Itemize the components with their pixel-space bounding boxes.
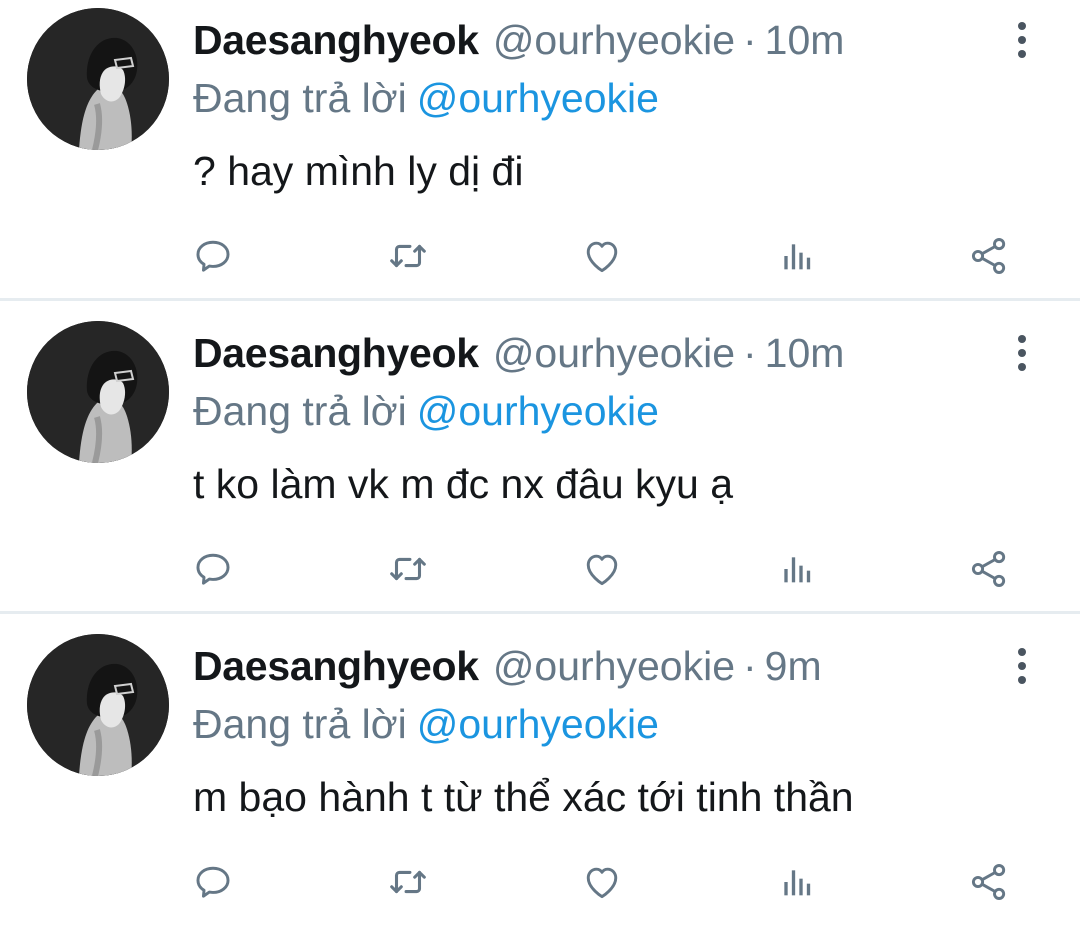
display-name[interactable]: Daesanghyeok — [193, 325, 479, 381]
more-vertical-icon[interactable] — [1004, 325, 1040, 381]
separator-dot: · — [743, 17, 757, 63]
replying-to: Đang trả lời @ourhyeokie — [193, 383, 659, 439]
replying-to: Đang trả lời @ourhyeokie — [193, 70, 659, 126]
divider — [0, 611, 1080, 614]
reply-mention-link[interactable]: @ourhyeokie — [417, 388, 659, 434]
retweet-icon[interactable] — [378, 852, 438, 912]
tweet-actions — [0, 226, 1080, 286]
share-icon[interactable] — [959, 539, 1019, 599]
tweet-actions — [0, 539, 1080, 599]
separator-dot: · — [743, 643, 757, 689]
avatar[interactable] — [27, 321, 169, 463]
share-icon[interactable] — [959, 226, 1019, 286]
tweet-feed: Daesanghyeok @ourhyeokie · 10m Đang trả … — [0, 0, 1080, 913]
tweet-timestamp[interactable]: 9m — [765, 638, 822, 694]
reply-mention-link[interactable]: @ourhyeokie — [417, 75, 659, 121]
user-handle[interactable]: @ourhyeokie — [493, 638, 735, 694]
display-name[interactable]: Daesanghyeok — [193, 638, 479, 694]
replying-to: Đang trả lời @ourhyeokie — [193, 696, 659, 752]
analytics-icon[interactable] — [766, 852, 826, 912]
avatar[interactable] — [27, 8, 169, 150]
share-icon[interactable] — [959, 852, 1019, 912]
replying-label: Đang trả lời — [193, 388, 407, 434]
heart-icon[interactable] — [572, 852, 632, 912]
tweet[interactable]: Daesanghyeok @ourhyeokie · 10m Đang trả … — [0, 0, 1080, 300]
reply-icon[interactable] — [183, 852, 243, 912]
reply-icon[interactable] — [183, 226, 243, 286]
user-handle[interactable]: @ourhyeokie — [493, 12, 735, 68]
reply-mention-link[interactable]: @ourhyeokie — [417, 701, 659, 747]
avatar[interactable] — [27, 634, 169, 776]
replying-label: Đang trả lời — [193, 701, 407, 747]
user-handle[interactable]: @ourhyeokie — [493, 325, 735, 381]
display-name[interactable]: Daesanghyeok — [193, 12, 479, 68]
tweet-header: Daesanghyeok @ourhyeokie · 10m — [193, 325, 844, 381]
analytics-icon[interactable] — [766, 226, 826, 286]
tweet-actions — [0, 852, 1080, 912]
tweet[interactable]: Daesanghyeok @ourhyeokie · 9m Đang trả l… — [0, 626, 1080, 926]
analytics-icon[interactable] — [766, 539, 826, 599]
tweet-text: m bạo hành t từ thể xác tới tinh thần — [193, 774, 854, 820]
retweet-icon[interactable] — [378, 226, 438, 286]
retweet-icon[interactable] — [378, 539, 438, 599]
tweet-header: Daesanghyeok @ourhyeokie · 9m — [193, 638, 822, 694]
tweet-text: t ko làm vk m đc nx đâu kyu ạ — [193, 461, 734, 507]
tweet-text: ? hay mình ly dị đi — [193, 148, 524, 194]
tweet-timestamp[interactable]: 10m — [765, 12, 845, 68]
more-vertical-icon[interactable] — [1004, 638, 1040, 694]
heart-icon[interactable] — [572, 226, 632, 286]
separator-dot: · — [743, 330, 757, 376]
tweet[interactable]: Daesanghyeok @ourhyeokie · 10m Đang trả … — [0, 313, 1080, 613]
tweet-timestamp[interactable]: 10m — [765, 325, 845, 381]
more-vertical-icon[interactable] — [1004, 12, 1040, 68]
tweet-header: Daesanghyeok @ourhyeokie · 10m — [193, 12, 844, 68]
heart-icon[interactable] — [572, 539, 632, 599]
reply-icon[interactable] — [183, 539, 243, 599]
divider — [0, 298, 1080, 301]
replying-label: Đang trả lời — [193, 75, 407, 121]
